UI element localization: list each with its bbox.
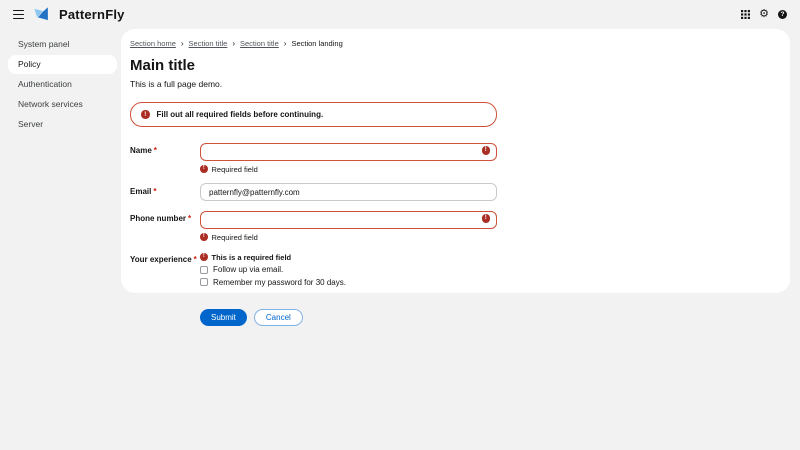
sidebar-item-authentication[interactable]: Authentication bbox=[8, 75, 117, 94]
name-error-helper: ! Required field bbox=[200, 165, 497, 174]
danger-alert: ! Fill out all required fields before co… bbox=[130, 102, 497, 127]
breadcrumb-link[interactable]: Section title bbox=[189, 39, 228, 48]
breadcrumb-link[interactable]: Section title bbox=[240, 39, 279, 48]
form-row-phone: Phone number* ! ! Required field bbox=[130, 209, 506, 242]
sidebar-item-policy[interactable]: Policy bbox=[8, 55, 117, 74]
breadcrumb-link[interactable]: Section home bbox=[130, 39, 176, 48]
masthead: PatternFly ⚙ ? bbox=[0, 0, 800, 29]
exclamation-circle-icon: ! bbox=[141, 110, 150, 119]
form-actions: Submit Cancel bbox=[130, 309, 506, 326]
breadcrumb: Section home › Section title › Section t… bbox=[130, 39, 781, 48]
exclamation-circle-icon: ! bbox=[200, 253, 208, 261]
required-indicator: * bbox=[153, 187, 156, 196]
name-input[interactable] bbox=[200, 143, 497, 161]
page-title: Main title bbox=[130, 57, 781, 74]
checkbox-follow-up[interactable]: Follow up via email. bbox=[200, 265, 346, 274]
page-subtitle: This is a full page demo. bbox=[130, 79, 781, 89]
input-error-icon: ! bbox=[482, 146, 491, 155]
cancel-button[interactable]: Cancel bbox=[254, 309, 303, 326]
sidebar-item-server[interactable]: Server bbox=[8, 115, 117, 134]
demo-form: Name* ! ! Required field Email* bbox=[130, 141, 506, 326]
submit-button[interactable]: Submit bbox=[200, 309, 247, 326]
alert-message: Fill out all required fields before cont… bbox=[157, 110, 324, 119]
input-error-icon: ! bbox=[482, 214, 491, 223]
breadcrumb-current: Section landing bbox=[291, 39, 342, 48]
breadcrumb-separator-icon: › bbox=[284, 40, 287, 47]
patternfly-logo-icon bbox=[33, 6, 50, 23]
phone-error-helper: ! Required field bbox=[200, 233, 497, 242]
checkbox-remember-password[interactable]: Remember my password for 30 days. bbox=[200, 278, 346, 287]
required-indicator: * bbox=[194, 255, 197, 264]
breadcrumb-separator-icon: › bbox=[232, 40, 235, 47]
help-icon[interactable]: ? bbox=[778, 10, 787, 19]
settings-icon[interactable]: ⚙ bbox=[759, 10, 769, 19]
breadcrumb-separator-icon: › bbox=[181, 40, 184, 47]
email-label: Email* bbox=[130, 182, 200, 202]
brand-name: PatternFly bbox=[59, 7, 125, 22]
sidebar-item-network-services[interactable]: Network services bbox=[8, 95, 117, 114]
phone-label: Phone number* bbox=[130, 209, 200, 242]
name-label: Name* bbox=[130, 141, 200, 174]
checkbox-icon[interactable] bbox=[200, 266, 208, 274]
exclamation-circle-icon: ! bbox=[200, 165, 208, 173]
required-indicator: * bbox=[188, 214, 191, 223]
form-row-experience: Your experience* ! This is a required fi… bbox=[130, 250, 506, 287]
experience-label: Your experience* bbox=[130, 250, 200, 287]
exclamation-circle-icon: ! bbox=[200, 233, 208, 241]
menu-toggle-icon[interactable] bbox=[13, 10, 24, 20]
phone-input[interactable] bbox=[200, 211, 497, 229]
required-indicator: * bbox=[154, 146, 157, 155]
sidebar-nav: System panel Policy Authentication Netwo… bbox=[0, 29, 121, 450]
form-row-name: Name* ! ! Required field bbox=[130, 141, 506, 174]
sidebar-item-system-panel[interactable]: System panel bbox=[8, 35, 117, 54]
app-launcher-icon[interactable] bbox=[741, 10, 750, 19]
email-input[interactable] bbox=[200, 183, 497, 201]
experience-error-helper: ! This is a required field bbox=[200, 253, 346, 262]
checkbox-icon[interactable] bbox=[200, 278, 208, 286]
content-panel: Section home › Section title › Section t… bbox=[121, 29, 790, 293]
form-row-email: Email* bbox=[130, 182, 506, 202]
